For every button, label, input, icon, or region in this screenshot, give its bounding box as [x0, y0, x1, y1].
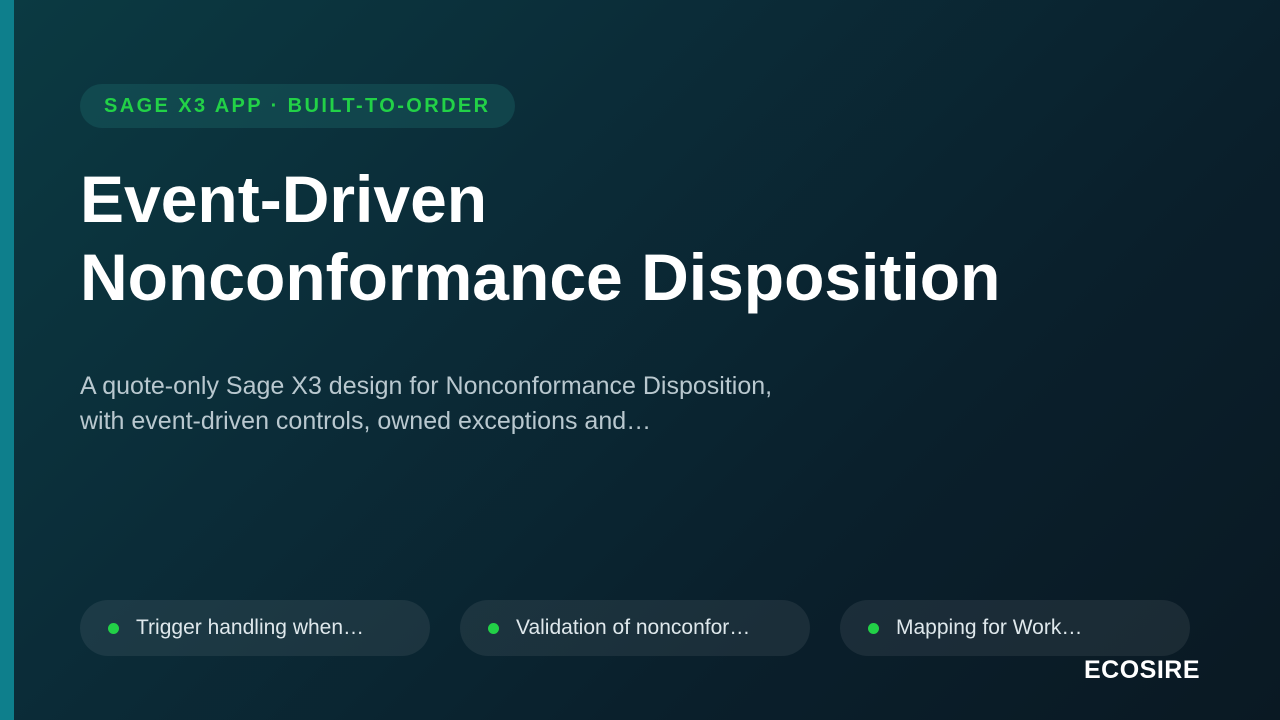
feature-chip-label: Validation of nonconfor…	[516, 616, 751, 639]
category-badge: SAGE X3 APP · BUILT-TO-ORDER	[80, 84, 515, 128]
feature-chip-label: Mapping for Work…	[896, 616, 1083, 639]
page-description-line-1: A quote-only Sage X3 design for Nonconfo…	[80, 372, 773, 400]
dot-icon	[488, 622, 499, 634]
feature-chip-trigger-handling: Trigger handling when…	[80, 600, 430, 656]
page-description-line-2: with event-driven controls, owned except…	[80, 407, 652, 435]
dot-icon	[108, 622, 119, 634]
page-description: A quote-only Sage X3 design for Nonconfo…	[80, 369, 980, 439]
left-accent-bar	[0, 0, 14, 720]
dot-icon	[868, 622, 879, 634]
page-title: Event-Driven Nonconformance Disposition	[80, 160, 1200, 316]
brand-logo-text: ECOSIRE	[1083, 656, 1200, 684]
feature-chip-label: Trigger handling when…	[136, 616, 365, 639]
page-title-line-1: Event-Driven	[80, 162, 488, 236]
feature-chip-validation: Validation of nonconfor…	[460, 600, 810, 656]
page-title-line-2: Nonconformance Disposition	[80, 240, 1001, 314]
feature-chip-mapping: Mapping for Work…	[840, 600, 1190, 656]
